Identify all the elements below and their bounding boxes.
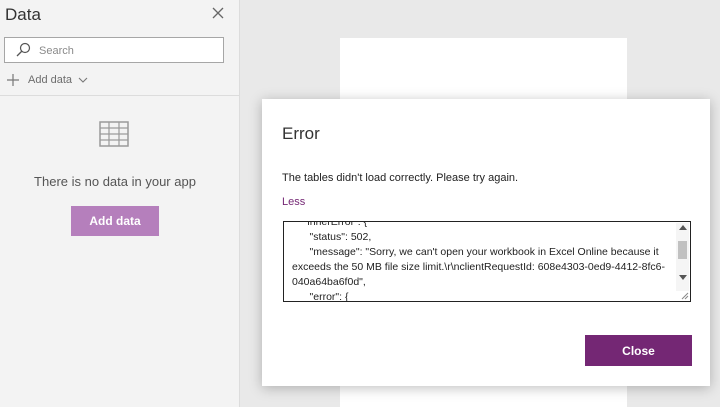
search-input[interactable] bbox=[37, 41, 221, 61]
scroll-thumb[interactable] bbox=[678, 241, 687, 259]
close-icon[interactable] bbox=[210, 5, 226, 21]
empty-state-message: There is no data in your app bbox=[34, 174, 196, 189]
scroll-down-icon[interactable] bbox=[679, 275, 687, 280]
chevron-down-icon bbox=[78, 77, 88, 83]
dialog-title: Error bbox=[282, 124, 320, 143]
close-button[interactable]: Close bbox=[585, 335, 692, 366]
search-icon bbox=[16, 42, 31, 57]
panel-title: Data bbox=[5, 5, 41, 24]
search-box[interactable] bbox=[4, 37, 224, 63]
error-details-box[interactable]: "innerError": { "status": 502, "message"… bbox=[283, 221, 691, 302]
table-icon bbox=[99, 121, 129, 147]
data-panel: Data Add data There is no data in your a… bbox=[0, 0, 240, 407]
panel-divider bbox=[0, 95, 239, 96]
scroll-up-icon[interactable] bbox=[679, 225, 687, 230]
resize-grip-icon[interactable] bbox=[679, 290, 689, 300]
add-data-label: Add data bbox=[28, 74, 73, 86]
error-dialog: Error The tables didn't load correctly. … bbox=[262, 99, 710, 386]
plus-icon bbox=[7, 74, 19, 86]
less-link[interactable]: Less bbox=[282, 196, 305, 208]
add-data-button[interactable]: Add data bbox=[71, 206, 159, 236]
add-data-dropdown[interactable]: Add data bbox=[6, 71, 88, 89]
scrollbar[interactable] bbox=[676, 223, 689, 291]
error-message: The tables didn't load correctly. Please… bbox=[282, 172, 519, 184]
error-details-text: "innerError": { "status": 502, "message"… bbox=[292, 221, 665, 302]
